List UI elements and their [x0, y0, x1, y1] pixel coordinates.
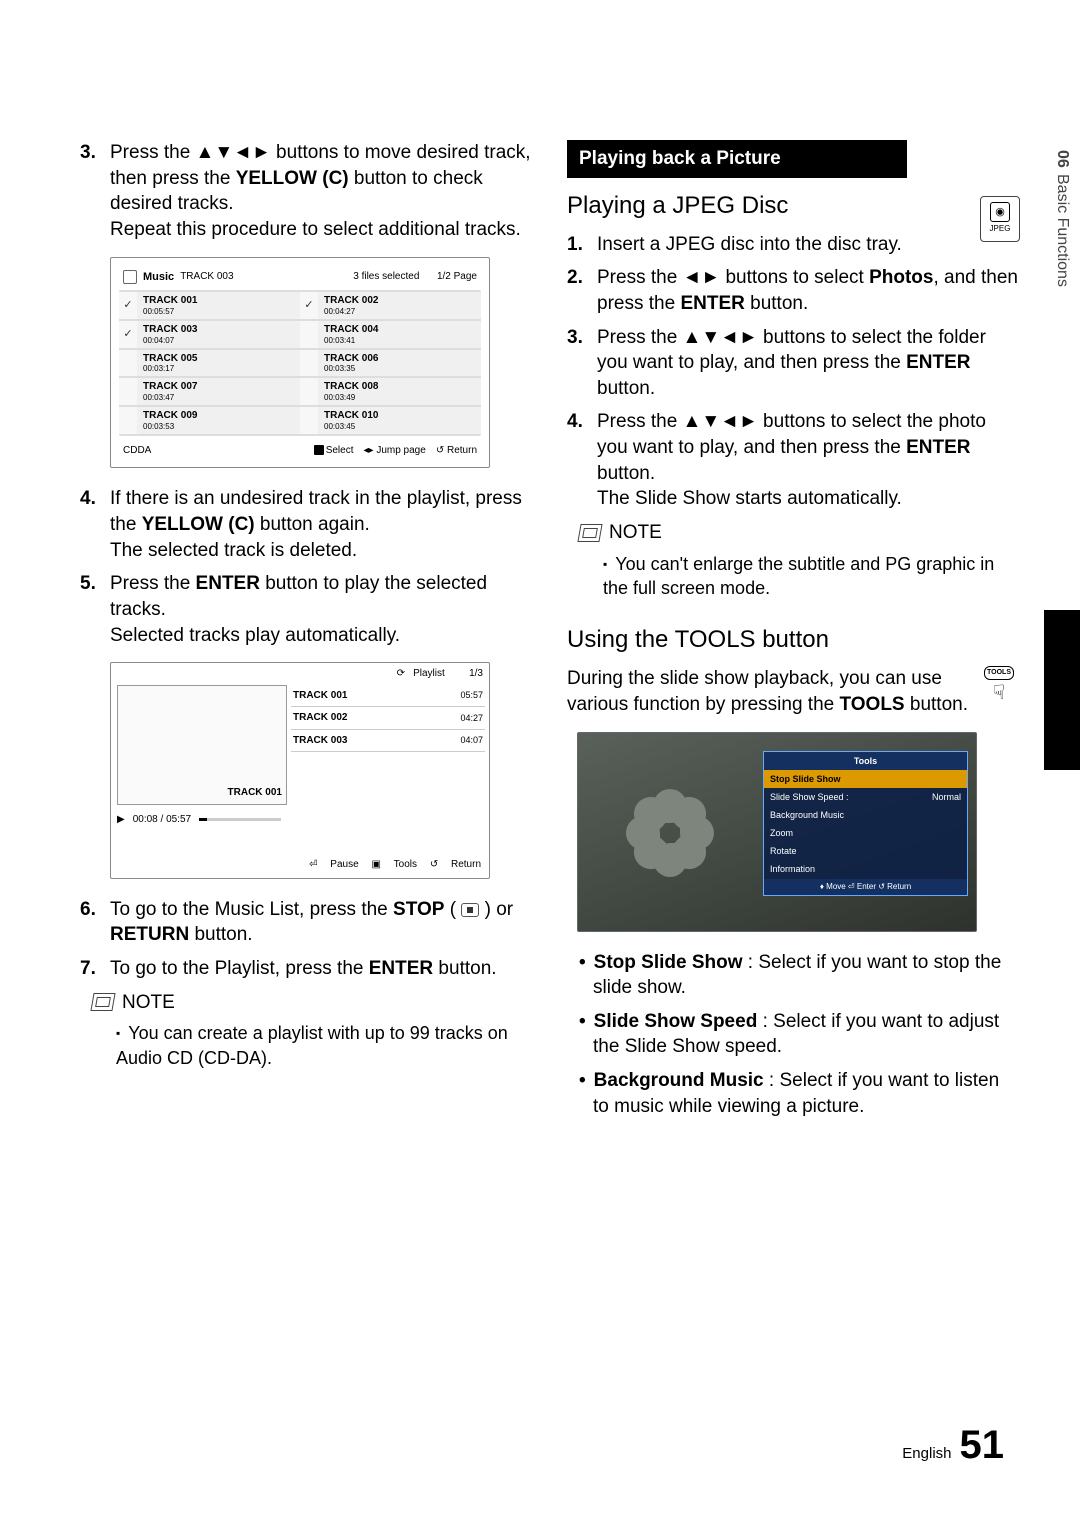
page-footer: English 51: [902, 1418, 1004, 1472]
tools-paragraph: During the slide show playback, you can …: [567, 666, 1020, 717]
jpeg-step-2: 2.Press the ◄► buttons to select Photos,…: [567, 265, 1020, 316]
step-3: 3. Press the ▲▼◄► buttons to move desire…: [80, 140, 533, 243]
bullet-music: Background Music : Select if you want to…: [579, 1068, 1020, 1119]
music-icon: [123, 270, 137, 284]
step-4: 4. If there is an undesired track in the…: [80, 486, 533, 563]
flower-image: [626, 789, 714, 877]
side-tab: 06 Basic Functions: [1044, 150, 1080, 370]
note-icon: [90, 993, 115, 1011]
note-icon: [577, 524, 602, 542]
jpeg-step-1: 1.Insert a JPEG disc into the disc tray.: [567, 232, 972, 258]
heading-tools: Using the TOOLS button: [567, 626, 1020, 654]
music-list-figure: Music TRACK 003 3 files selected 1/2 Pag…: [110, 257, 490, 469]
c-key-icon: [314, 445, 324, 455]
note-left: NOTE: [92, 990, 533, 1016]
playlist-figure: ⟳Playlist 1/3 TRACK 001 ▶00:08 / 05:57 T…: [110, 662, 490, 879]
stop-icon: [461, 903, 479, 917]
section-header: Playing back a Picture: [567, 140, 907, 178]
note-right: NOTE: [579, 520, 1020, 546]
jpeg-step-4: 4.Press the ▲▼◄► buttons to select the p…: [567, 409, 1020, 512]
step-7: 7. To go to the Playlist, press the ENTE…: [80, 956, 533, 982]
bullet-speed: Slide Show Speed : Select if you want to…: [579, 1009, 1020, 1060]
hand-icon: ☟: [993, 680, 1005, 707]
check-cell: ✓: [119, 292, 137, 319]
step-5: 5. Press the ENTER button to play the se…: [80, 571, 533, 648]
left-column: 3. Press the ▲▼◄► buttons to move desire…: [80, 140, 533, 1127]
tools-menu-figure: Tools Stop Slide Show Slide Show Speed :…: [577, 732, 977, 932]
note-right-text: You can't enlarge the subtitle and PG gr…: [603, 552, 1020, 601]
bullet-stop: Stop Slide Show : Select if you want to …: [579, 950, 1020, 1001]
album-art: TRACK 001: [117, 685, 287, 805]
tools-button-badge: TOOLS ☟: [978, 666, 1020, 722]
jpeg-step-3: 3.Press the ▲▼◄► buttons to select the f…: [567, 325, 1020, 402]
step-6: 6. To go to the Music List, press the ST…: [80, 897, 533, 948]
right-column: Playing back a Picture ◉ JPEG Playing a …: [567, 140, 1020, 1127]
jpeg-disc-badge: ◉ JPEG: [980, 196, 1020, 242]
tools-menu: Tools Stop Slide Show Slide Show Speed :…: [763, 751, 968, 897]
note-left-text: You can create a playlist with up to 99 …: [116, 1021, 533, 1070]
thumb-index: [1044, 610, 1080, 770]
heading-jpeg: Playing a JPEG Disc: [567, 192, 1020, 220]
